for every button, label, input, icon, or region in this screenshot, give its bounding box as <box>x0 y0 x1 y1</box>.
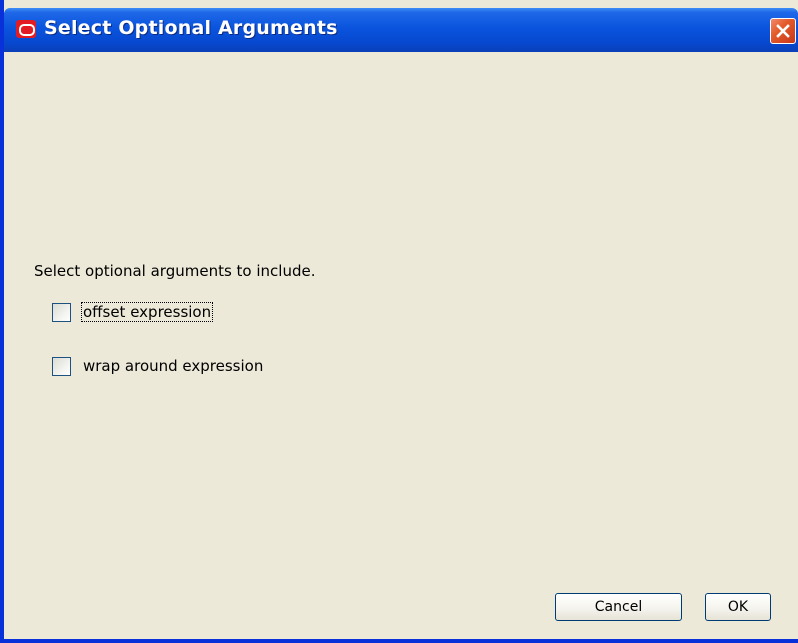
close-button[interactable] <box>770 18 796 44</box>
title-bar[interactable]: Select Optional Arguments <box>4 8 798 52</box>
ok-button[interactable]: OK <box>705 593 771 621</box>
instruction-text: Select optional arguments to include. <box>34 262 316 280</box>
dialog-content: Select optional arguments to include. of… <box>8 52 798 639</box>
wrap-around-expression-option[interactable]: wrap around expression <box>52 355 264 377</box>
cancel-button[interactable]: Cancel <box>555 593 682 621</box>
offset-expression-option[interactable]: offset expression <box>52 301 214 323</box>
wrap-around-expression-label[interactable]: wrap around expression <box>82 357 264 375</box>
dialog-window: Select Optional Arguments Select optiona… <box>0 0 798 643</box>
wrap-around-expression-checkbox[interactable] <box>52 356 71 376</box>
window-title: Select Optional Arguments <box>44 17 338 39</box>
close-icon <box>776 24 790 38</box>
oracle-logo-icon <box>16 20 36 38</box>
offset-expression-checkbox[interactable] <box>52 302 71 322</box>
offset-expression-label[interactable]: offset expression <box>80 302 214 322</box>
